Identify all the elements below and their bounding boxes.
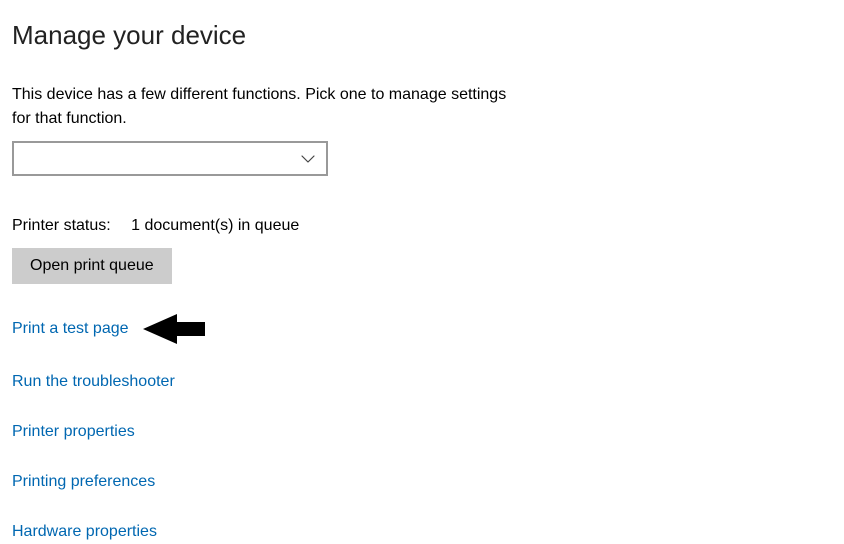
printer-status-label: Printer status:: [12, 217, 111, 234]
page-title: Manage your device: [12, 16, 832, 55]
print-test-page-link[interactable]: Print a test page: [12, 317, 129, 341]
page-subtitle: This device has a few different function…: [12, 83, 512, 131]
chevron-down-icon: [300, 151, 316, 167]
function-dropdown[interactable]: [12, 141, 328, 176]
printing-preferences-link[interactable]: Printing preferences: [12, 470, 155, 494]
printer-status: Printer status: 1 document(s) in queue: [12, 214, 832, 238]
printer-status-value: 1 document(s) in queue: [131, 217, 299, 234]
printer-properties-link[interactable]: Printer properties: [12, 420, 135, 444]
pointer-arrow-icon: [143, 314, 205, 344]
hardware-properties-link[interactable]: Hardware properties: [12, 520, 157, 544]
run-troubleshooter-link[interactable]: Run the troubleshooter: [12, 370, 175, 394]
open-print-queue-button[interactable]: Open print queue: [12, 248, 172, 284]
